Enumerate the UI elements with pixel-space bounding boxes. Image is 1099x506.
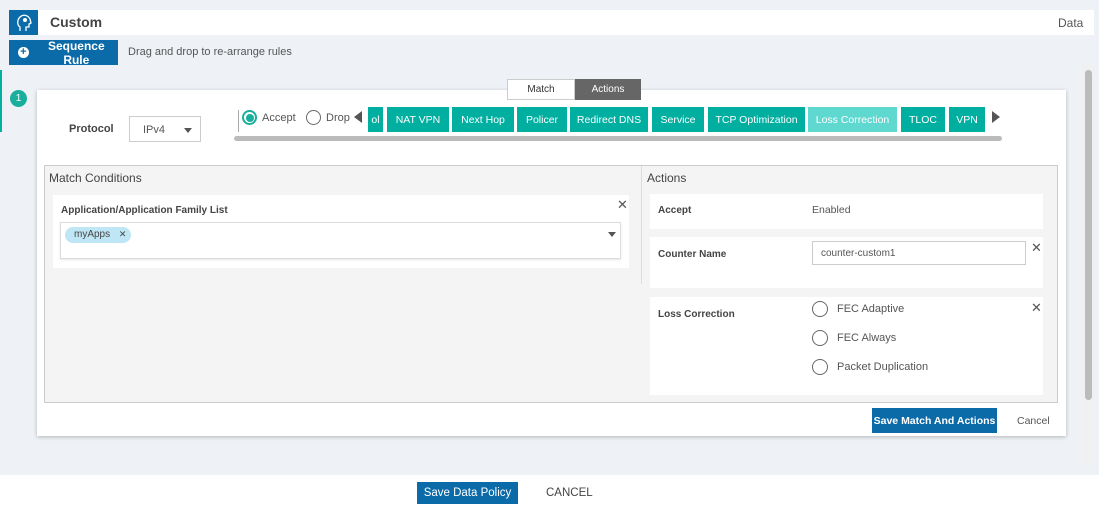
sequence-rule-label: Sequence Rule [47, 38, 105, 67]
remove-counter-icon[interactable]: ✕ [1031, 240, 1042, 256]
protocol-label: Protocol [69, 123, 114, 135]
fec-always-radio[interactable] [812, 330, 828, 346]
cancel-rule-button[interactable]: Cancel [1017, 415, 1050, 427]
vertical-scrollbar-thumb[interactable] [1085, 70, 1092, 400]
counter-name-input[interactable]: counter-custom1 [812, 241, 1026, 265]
caret-down-icon[interactable] [608, 232, 616, 237]
chip-myapps: myApps ✕ [65, 227, 131, 243]
remove-condition-icon[interactable]: ✕ [617, 197, 628, 213]
scroll-left-icon[interactable] [354, 111, 362, 123]
protocol-select[interactable]: IPv4 [129, 116, 201, 142]
action-button-loss-correction[interactable]: Loss Correction [808, 107, 897, 132]
loss-correction-label: Loss Correction [658, 309, 735, 320]
drop-radio[interactable] [306, 110, 321, 125]
packet-duplication-radio[interactable] [812, 359, 828, 375]
app-list-label: Application/Application Family List [61, 205, 228, 216]
scroll-right-icon[interactable] [992, 111, 1000, 123]
protocol-value: IPv4 [143, 124, 166, 136]
accept-label: Accept [262, 112, 296, 124]
action-button-tcp-optimization[interactable]: TCP Optimization [708, 107, 805, 132]
tab-match[interactable]: Match [507, 79, 575, 100]
match-conditions-heading: Match Conditions [49, 171, 142, 185]
divider [238, 110, 239, 132]
drag-hint: Drag and drop to re-arrange rules [128, 46, 292, 58]
caret-down-icon [184, 128, 192, 133]
action-button-vpn[interactable]: VPN [949, 107, 985, 132]
action-button-policer[interactable]: Policer [517, 107, 567, 132]
fec-always-label: FEC Always [837, 332, 897, 344]
page-title: Custom [50, 14, 103, 30]
save-match-actions-button[interactable]: Save Match And Actions [872, 408, 997, 433]
packet-duplication-label: Packet Duplication [837, 361, 929, 373]
plus-icon: + [18, 47, 29, 58]
head-gear-icon [9, 10, 38, 35]
policy-type-label: Data [1058, 16, 1084, 30]
add-sequence-rule-button[interactable]: + Sequence Rule [9, 38, 118, 67]
action-button-next-hop[interactable]: Next Hop [452, 107, 514, 132]
drop-label: Drop [326, 112, 350, 124]
fec-adaptive-label: FEC Adaptive [837, 303, 905, 315]
horizontal-scrollbar[interactable] [234, 136, 1002, 141]
fec-adaptive-radio[interactable] [812, 301, 828, 317]
chip-remove-icon[interactable]: ✕ [119, 229, 127, 239]
counter-name-label: Counter Name [658, 249, 727, 260]
action-button-protocol[interactable]: ol [368, 107, 383, 132]
action-button-redirect-dns[interactable]: Redirect DNS [570, 107, 648, 132]
action-button-service[interactable]: Service [652, 107, 704, 132]
accept-radio[interactable] [242, 110, 257, 125]
save-data-policy-button[interactable]: Save Data Policy [417, 482, 518, 504]
accept-action-value: Enabled [812, 204, 851, 216]
rule-number-badge[interactable]: 1 [10, 90, 27, 107]
panel-divider [641, 166, 642, 284]
action-button-tloc[interactable]: TLOC [901, 107, 945, 132]
rule-indicator [0, 70, 2, 132]
tab-actions[interactable]: Actions [575, 79, 641, 100]
header-bar [9, 10, 1094, 35]
chip-label: myApps [74, 229, 111, 240]
actions-heading: Actions [647, 171, 687, 185]
action-button-nat-vpn[interactable]: NAT VPN [387, 107, 449, 132]
remove-loss-correction-icon[interactable]: ✕ [1031, 300, 1042, 316]
accept-action-label: Accept [658, 205, 692, 216]
cancel-policy-button[interactable]: CANCEL [546, 487, 593, 499]
app-list-select[interactable]: myApps ✕ [60, 222, 621, 259]
